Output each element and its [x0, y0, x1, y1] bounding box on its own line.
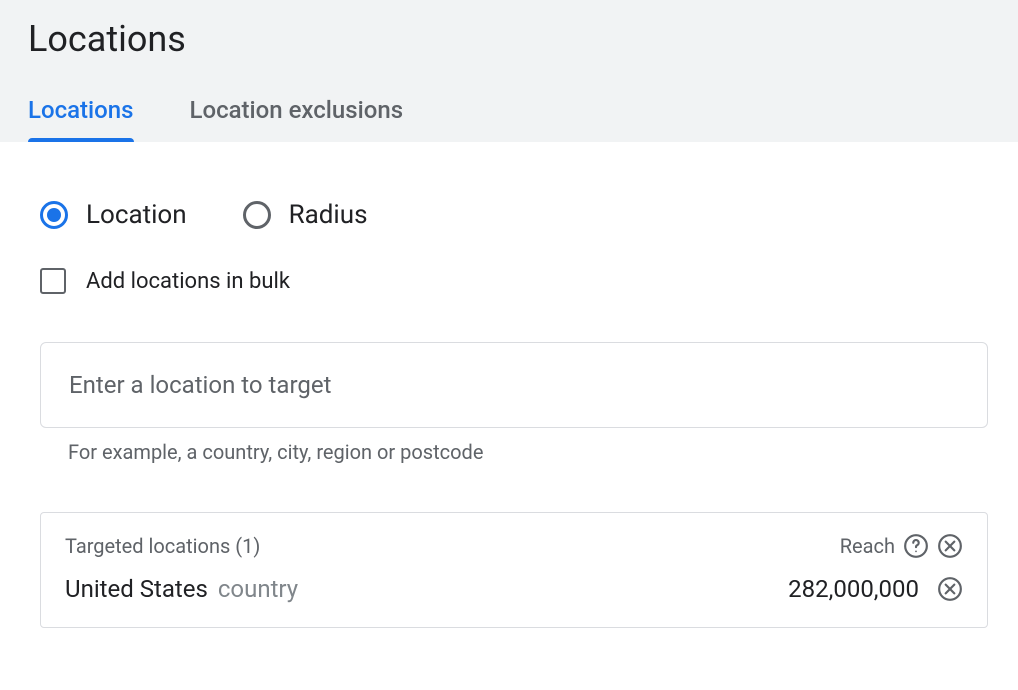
tab-locations[interactable]: Locations [28, 96, 133, 142]
radio-icon [40, 201, 68, 229]
bulk-checkbox[interactable] [40, 268, 66, 294]
search-helper-text: For example, a country, city, region or … [68, 440, 978, 464]
radio-icon [243, 201, 271, 229]
targeted-locations-box: Targeted locations (1) Reach [40, 512, 988, 628]
tab-location-exclusions[interactable]: Location exclusions [189, 96, 403, 142]
remove-location-icon[interactable] [937, 576, 963, 602]
radio-option-location[interactable]: Location [40, 200, 187, 230]
location-name: United States [65, 575, 208, 603]
table-row: United States country 282,000,000 [65, 575, 963, 603]
location-search-input[interactable] [40, 342, 988, 428]
location-type: country [218, 575, 298, 603]
tabs: Locations Location exclusions [28, 96, 990, 142]
radio-label-radius: Radius [289, 200, 368, 230]
bulk-checkbox-label: Add locations in bulk [86, 269, 290, 294]
remove-all-icon[interactable] [937, 533, 963, 559]
targeted-title: Targeted locations (1) [65, 534, 260, 558]
reach-value: 282,000,000 [788, 575, 919, 603]
radio-option-radius[interactable]: Radius [243, 200, 368, 230]
help-icon[interactable] [903, 533, 929, 559]
radio-label-location: Location [86, 200, 187, 230]
reach-label: Reach [840, 534, 895, 558]
page-title: Locations [28, 18, 990, 60]
